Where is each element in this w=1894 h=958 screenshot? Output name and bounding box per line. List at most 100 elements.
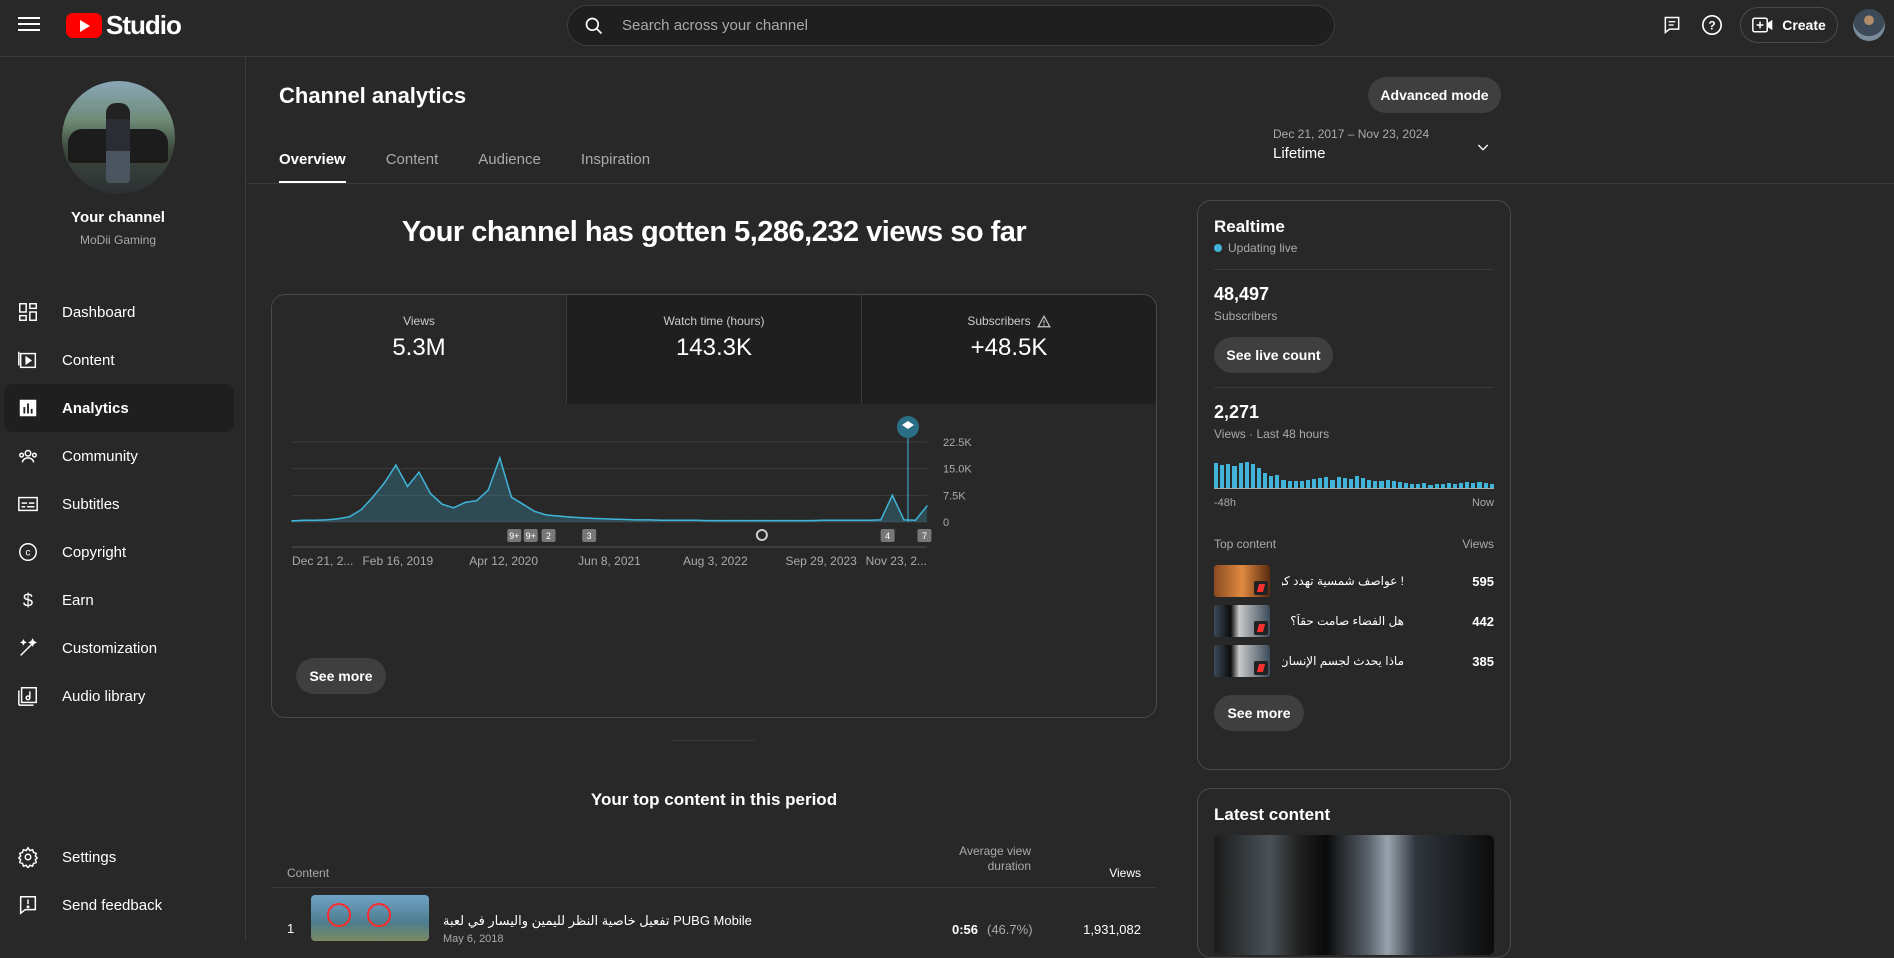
realtime-bar bbox=[1256, 468, 1261, 488]
data-point bbox=[799, 519, 801, 522]
data-point bbox=[672, 519, 674, 522]
svg-text:$: $ bbox=[23, 589, 33, 610]
realtime-bar bbox=[1434, 484, 1439, 488]
x-tick-label: Aug 3, 2022 bbox=[683, 554, 748, 568]
realtime-card: Realtime Updating live 48,497 Subscriber… bbox=[1197, 200, 1511, 770]
sidebar-item-earn[interactable]: $ Earn bbox=[4, 576, 234, 624]
data-point bbox=[406, 485, 409, 488]
channel-avatar[interactable] bbox=[62, 81, 175, 194]
video-title[interactable]: تفعيل خاصية النظر لليمين واليسار في لعبة… bbox=[443, 913, 752, 929]
realtime-bar bbox=[1354, 476, 1359, 488]
settings-label: Settings bbox=[62, 848, 117, 866]
studio-logo[interactable]: Studio bbox=[66, 10, 182, 41]
shorts-icon bbox=[1254, 661, 1268, 675]
community-icon bbox=[16, 444, 40, 468]
search-input[interactable] bbox=[622, 17, 1222, 34]
see-more-button[interactable]: See more bbox=[296, 658, 386, 694]
content-views: 385 bbox=[1472, 653, 1494, 669]
sidebar-item-audio-library[interactable]: Audio library bbox=[4, 672, 234, 720]
realtime-see-more-button[interactable]: See more bbox=[1214, 695, 1304, 731]
avg-view-percent: (46.7%) bbox=[987, 922, 1033, 937]
realtime-title: Realtime bbox=[1214, 217, 1285, 236]
tab-inspiration[interactable]: Inspiration bbox=[581, 151, 650, 183]
short-thumbnail bbox=[1214, 645, 1270, 677]
video-thumbnail[interactable] bbox=[311, 895, 429, 941]
live-dot-icon bbox=[1214, 244, 1222, 252]
views-line-chart[interactable]: 22.5K 15.0K 7.5K 0 Dec 21, 2... Feb 16, 2019 A… bbox=[272, 404, 1157, 664]
messages-icon[interactable] bbox=[1659, 12, 1685, 38]
tab-audience[interactable]: Audience bbox=[478, 151, 541, 183]
see-live-count-button[interactable]: See live count bbox=[1214, 337, 1333, 373]
tab-overview[interactable]: Overview bbox=[279, 151, 346, 183]
realtime-bar bbox=[1483, 483, 1488, 488]
data-point bbox=[695, 519, 697, 522]
search-bar[interactable] bbox=[567, 5, 1335, 46]
data-point bbox=[637, 519, 640, 521]
list-item[interactable]: ماذا يحدث لجسم الإنسان في الفضاء ؟ 385 bbox=[1214, 641, 1494, 681]
sidebar-item-analytics[interactable]: Analytics bbox=[4, 384, 234, 432]
earn-icon: $ bbox=[16, 588, 40, 612]
top-content-label: Top content bbox=[1214, 537, 1277, 551]
realtime-bar bbox=[1416, 484, 1421, 488]
sidebar-item-label: Analytics bbox=[62, 399, 129, 417]
upload-marker-label: 9+ bbox=[526, 531, 536, 541]
y-tick-label: 0 bbox=[943, 517, 949, 529]
create-label: Create bbox=[1782, 17, 1826, 33]
help-icon[interactable]: ? bbox=[1699, 12, 1725, 38]
warning-icon[interactable] bbox=[1036, 314, 1051, 328]
data-point bbox=[914, 519, 917, 522]
sidebar-item-dashboard[interactable]: Dashboard bbox=[4, 288, 234, 336]
date-range-selector[interactable]: Dec 21, 2017 – Nov 23, 2024 Lifetime bbox=[1273, 127, 1503, 169]
data-point bbox=[591, 517, 593, 520]
advanced-mode-button[interactable]: Advanced mode bbox=[1368, 77, 1501, 113]
content-icon bbox=[16, 348, 40, 372]
data-point bbox=[533, 510, 536, 513]
data-point bbox=[418, 471, 420, 474]
sidebar-item-content[interactable]: Content bbox=[4, 336, 234, 384]
realtime-bar bbox=[1373, 481, 1378, 488]
latest-video-thumbnail[interactable] bbox=[1214, 835, 1494, 955]
data-point bbox=[845, 519, 847, 522]
sidebar-item-label: Content bbox=[62, 351, 115, 369]
realtime-bar bbox=[1232, 466, 1237, 488]
create-button[interactable]: Create bbox=[1740, 7, 1838, 43]
sidebar-item-customization[interactable]: Customization bbox=[4, 624, 234, 672]
data-point bbox=[787, 519, 790, 522]
realtime-bar bbox=[1324, 477, 1329, 488]
data-point bbox=[880, 519, 882, 521]
account-avatar[interactable] bbox=[1853, 9, 1885, 41]
list-item[interactable]: هل الفضاء صامت حقاً؟ 442 bbox=[1214, 601, 1494, 641]
metric-label: Watch time (hours) bbox=[663, 314, 765, 328]
sidebar-item-label: Copyright bbox=[62, 543, 127, 561]
date-range-dates: Dec 21, 2017 – Nov 23, 2024 bbox=[1273, 127, 1430, 141]
realtime-bar-chart[interactable] bbox=[1214, 455, 1494, 489]
menu-icon[interactable] bbox=[18, 15, 40, 33]
your-channel-label[interactable]: Your channel bbox=[0, 209, 236, 226]
sidebar-item-community[interactable]: Community bbox=[4, 432, 234, 480]
data-point bbox=[360, 508, 363, 511]
metric-views[interactable]: Views 5.3M bbox=[272, 295, 567, 404]
data-point bbox=[683, 519, 686, 522]
realtime-views-count: 2,271 bbox=[1214, 402, 1260, 422]
data-point bbox=[706, 519, 709, 522]
short-thumbnail bbox=[1214, 565, 1270, 597]
data-point bbox=[395, 464, 397, 466]
views-area bbox=[292, 458, 927, 522]
sidebar-item-settings[interactable]: Settings bbox=[4, 833, 234, 881]
metric-subscribers[interactable]: Subscribers +48.5K bbox=[862, 295, 1156, 404]
x-tick-label: Nov 23, 2... bbox=[866, 554, 927, 568]
sidebar-item-send-feedback[interactable]: Send feedback bbox=[4, 881, 234, 929]
table-row[interactable]: 1 تفعيل خاصية النظر لليمين واليسار في لع… bbox=[271, 889, 1157, 945]
sidebar-item-copyright[interactable]: c Copyright bbox=[4, 528, 234, 576]
metric-watch-time[interactable]: Watch time (hours) 143.3K bbox=[567, 295, 862, 404]
data-point bbox=[626, 518, 628, 521]
list-item[interactable]: ! عواصف شمسية تهدد كوكبنا 595 bbox=[1214, 561, 1494, 601]
sidebar-item-subtitles[interactable]: Subtitles bbox=[4, 480, 234, 528]
column-header-views[interactable]: Views bbox=[1109, 866, 1141, 880]
tab-content[interactable]: Content bbox=[386, 151, 439, 183]
shorts-icon bbox=[1254, 621, 1268, 635]
content-title: ! عواصف شمسية تهدد كوكبنا bbox=[1282, 574, 1404, 588]
data-point bbox=[891, 494, 894, 497]
x-tick-label: Sep 29, 2023 bbox=[785, 554, 857, 568]
channel-name: MoDii Gaming bbox=[79, 233, 157, 247]
